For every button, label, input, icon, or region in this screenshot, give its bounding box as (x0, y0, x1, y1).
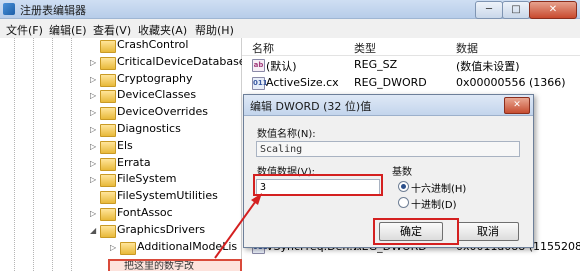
annotation-arrows (214, 193, 262, 259)
annotation-callout: 把这里的数字改 (108, 259, 242, 271)
arrow-to-value-data (214, 197, 259, 259)
arrow-head-value-data (251, 193, 262, 205)
